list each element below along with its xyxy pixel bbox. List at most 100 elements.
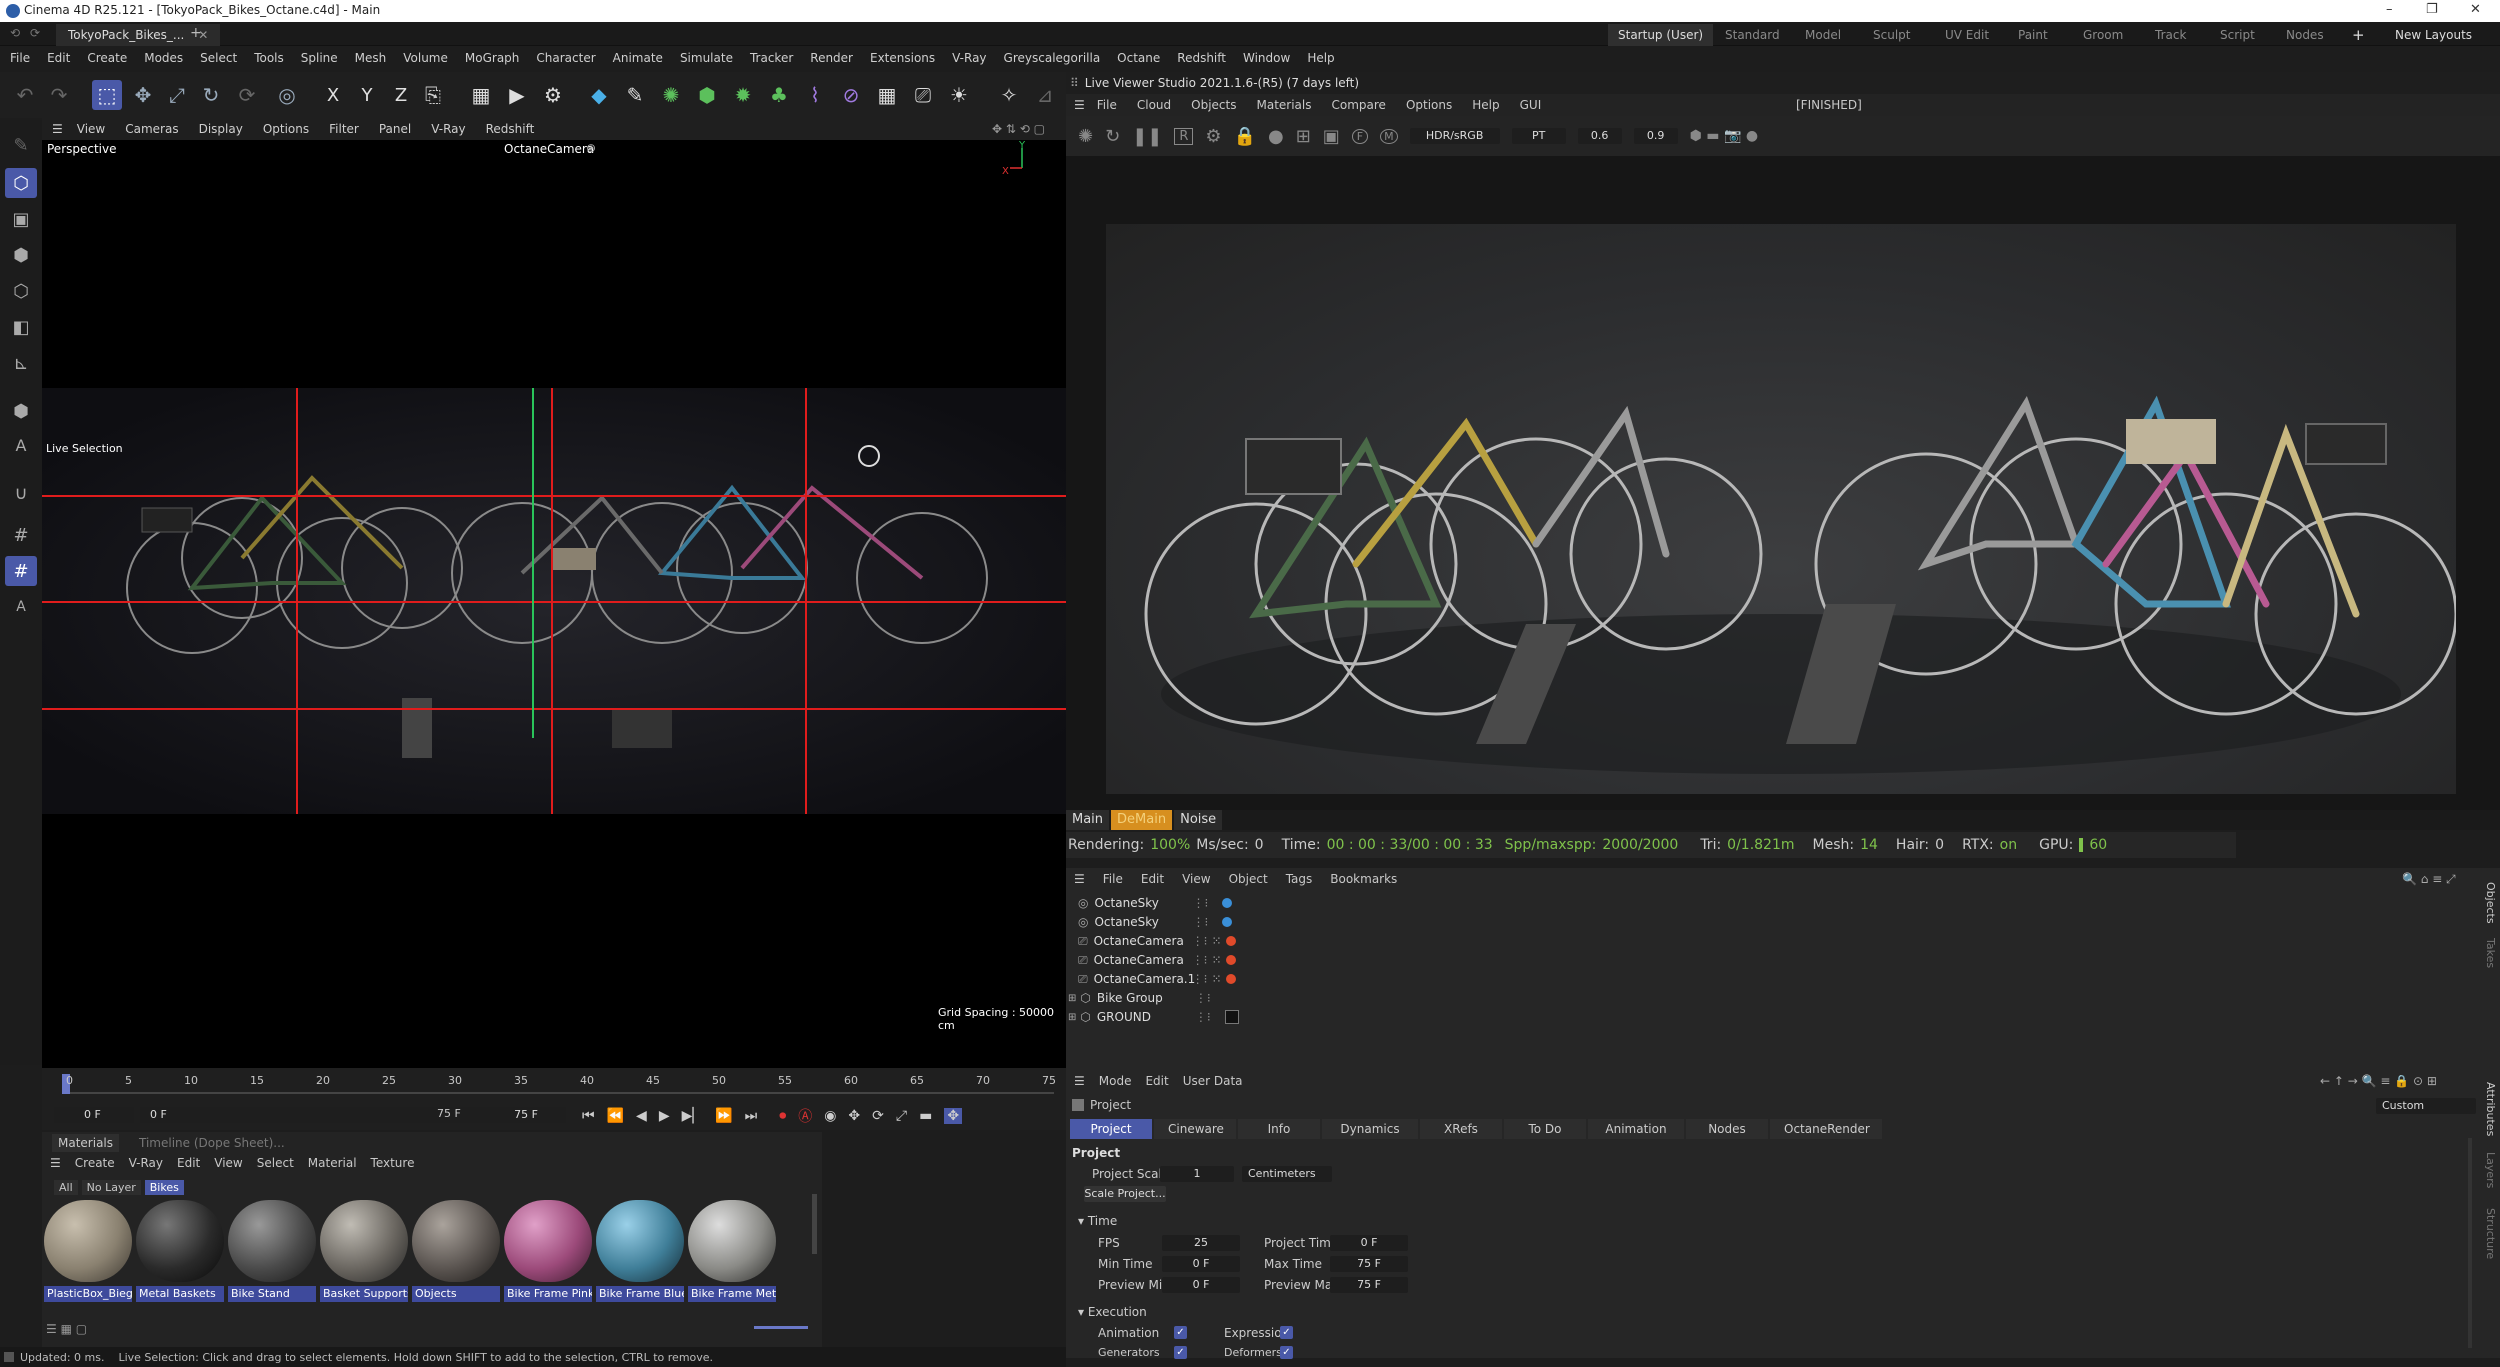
menu-tracker[interactable]: Tracker [750,51,793,65]
object-row-ground[interactable]: ⊞ ⬡ GROUND ⋮⁝ [1068,1008,1239,1026]
target-tag-icon[interactable]: ⁙ [1211,934,1221,948]
material-swatch[interactable] [44,1200,132,1282]
z-axis-lock-icon[interactable]: Z [386,80,416,110]
menu-select[interactable]: Select [200,51,237,65]
region-render-icon[interactable]: R [1174,127,1194,145]
key-param-icon[interactable]: ▬ [919,1108,932,1124]
material-swatch[interactable] [412,1200,500,1282]
menu-tools[interactable]: Tools [254,51,284,65]
material-name[interactable]: Objects [412,1286,500,1302]
next-key-icon[interactable]: ⏩ [715,1108,732,1124]
viewport-menu-cameras[interactable]: Cameras [125,122,178,136]
menu-modes[interactable]: Modes [144,51,183,65]
attr-tab-info[interactable]: Info [1238,1119,1320,1139]
menu-mograph[interactable]: MoGraph [465,51,520,65]
material-menu-vray[interactable]: V-Ray [129,1156,163,1170]
filter-all[interactable]: All [54,1180,78,1195]
visibility-dots[interactable]: ⋮⁝ [1192,953,1208,967]
octane-camera-tag-icon[interactable] [1225,955,1236,965]
settings-gear-icon[interactable]: ⚙ [1205,126,1221,147]
attr-scrollbar[interactable] [2468,1138,2472,1348]
texture-mode-icon[interactable]: ▣ [5,204,37,234]
add-layout-button[interactable]: + [2352,24,2365,46]
om-menu-view[interactable]: View [1182,872,1210,886]
layout-tab-uv-edit[interactable]: UV Edit [1945,24,1989,46]
object-name[interactable]: OctaneSky [1094,896,1184,910]
menu-octane[interactable]: Octane [1117,51,1160,65]
attr-tab-animation[interactable]: Animation [1588,1119,1684,1139]
side-tab-objects[interactable]: Objects [2484,882,2497,924]
layout-tab-groom[interactable]: Groom [2083,24,2123,46]
object-row-octanecamera[interactable]: ⎚ OctaneCamera ⋮⁝ ⁙ [1078,951,1236,969]
material-swatch[interactable] [504,1200,592,1282]
object-row-octanesky[interactable]: ◎ OctaneSky ⋮⁝ [1078,894,1233,912]
attr-tab-octanerender[interactable]: OctaneRender [1770,1119,1882,1139]
menu-greyscalegorilla[interactable]: Greyscalegorilla [1004,51,1101,65]
key-pla-icon[interactable]: ✥ [944,1108,963,1124]
restart-render-icon[interactable]: ↻ [1105,126,1120,147]
menu-render[interactable]: Render [810,51,853,65]
octane-tag-icon[interactable] [1222,898,1233,908]
viewport-menu-vray[interactable]: V-Ray [431,122,465,136]
attr-tab-xrefs[interactable]: XRefs [1420,1119,1502,1139]
viewport-menu-icon[interactable]: ☰ [52,122,63,136]
model-mode-icon[interactable]: ⬡ [5,168,37,198]
layout-tab-nodes[interactable]: Nodes [2286,24,2324,46]
expression-checkbox[interactable]: ✓ [1280,1326,1293,1339]
camera-icon[interactable]: ⎚ [908,80,938,110]
materials-tab[interactable]: Materials [52,1134,120,1152]
lv-tab-main[interactable]: Main [1066,810,1110,830]
workplane-icon[interactable]: ⊿ [1030,80,1060,110]
axis-mode-icon[interactable]: ⊾ [5,348,37,378]
menu-simulate[interactable]: Simulate [680,51,733,65]
om-menu-object[interactable]: Object [1229,872,1268,886]
object-name[interactable]: Bike Group [1097,991,1187,1005]
attr-tab-dynamics[interactable]: Dynamics [1322,1119,1418,1139]
fps-field[interactable]: 25 [1162,1235,1240,1251]
snap-icon[interactable]: ✧ [994,80,1024,110]
material-swatch[interactable] [320,1200,408,1282]
mograph-icon[interactable]: ♣ [764,80,794,110]
min-time-field[interactable]: 0 F [1162,1256,1240,1272]
scale-icon[interactable]: ⤢ [162,80,192,110]
project-scale-field[interactable]: 1 [1160,1166,1234,1182]
visibility-dots[interactable]: ⋮⁝ [1192,934,1208,948]
object-name[interactable]: OctaneCamera.1 [1094,972,1196,986]
menu-help[interactable]: Help [1307,51,1334,65]
viewport-navigation-icons[interactable]: ✥ ⇅ ⟲ ▢ [992,122,1045,136]
material-tag-icon[interactable] [1224,1010,1239,1024]
colorspace-select[interactable]: HDR/sRGB [1409,128,1500,144]
menu-vray[interactable]: V-Ray [952,51,986,65]
solo-icon[interactable]: ⬢ [5,396,37,426]
material-swatch[interactable] [136,1200,224,1282]
extrude-icon[interactable]: ⬢ [692,80,722,110]
field-icon[interactable]: ⊘ [836,80,866,110]
viewport-menu-filter[interactable]: Filter [329,122,359,136]
material-swatch[interactable] [688,1200,776,1282]
attr-tab-to-do[interactable]: To Do [1504,1119,1586,1139]
undo-history-icon[interactable]: ⟲ [10,26,20,40]
key-rotation-icon[interactable]: ⟳ [872,1108,884,1124]
lv-tab-demain[interactable]: DeMain [1111,810,1173,830]
attr-section-time[interactable]: ▾ Time [1078,1214,1117,1228]
attr-nav-icons[interactable]: ← ↑ → 🔍 ≡ 🔒 ⊙ ⊞ [2320,1074,2437,1088]
brush-icon[interactable]: ✎ [5,130,37,160]
material-zoom-slider[interactable] [754,1326,808,1329]
live-viewer-menu-icon[interactable]: ☰ [1074,98,1085,112]
layout-tab-script[interactable]: Script [2220,24,2255,46]
material-scrollbar[interactable] [812,1194,817,1254]
animation-checkbox[interactable]: ✓ [1174,1326,1187,1339]
material-swatch[interactable] [596,1200,684,1282]
keyframe-selection-icon[interactable]: ◉ [824,1108,836,1124]
menu-file[interactable]: File [10,51,30,65]
x-axis-lock-icon[interactable]: X [318,80,348,110]
generators-checkbox[interactable]: ✓ [1174,1346,1187,1359]
object-row-octanecamera[interactable]: ⎚ OctaneCamera ⋮⁝ ⁙ [1078,932,1236,950]
om-menu-tags[interactable]: Tags [1286,872,1313,886]
attr-preset-select[interactable]: Custom [2376,1098,2476,1114]
close-window-button[interactable]: ✕ [2470,2,2481,17]
go-to-end-icon[interactable]: ⏭ [745,1108,758,1124]
menu-redshift[interactable]: Redshift [1177,51,1226,65]
magnet-icon[interactable]: ∪ [5,478,37,508]
lv-menu-materials[interactable]: Materials [1256,98,1311,112]
